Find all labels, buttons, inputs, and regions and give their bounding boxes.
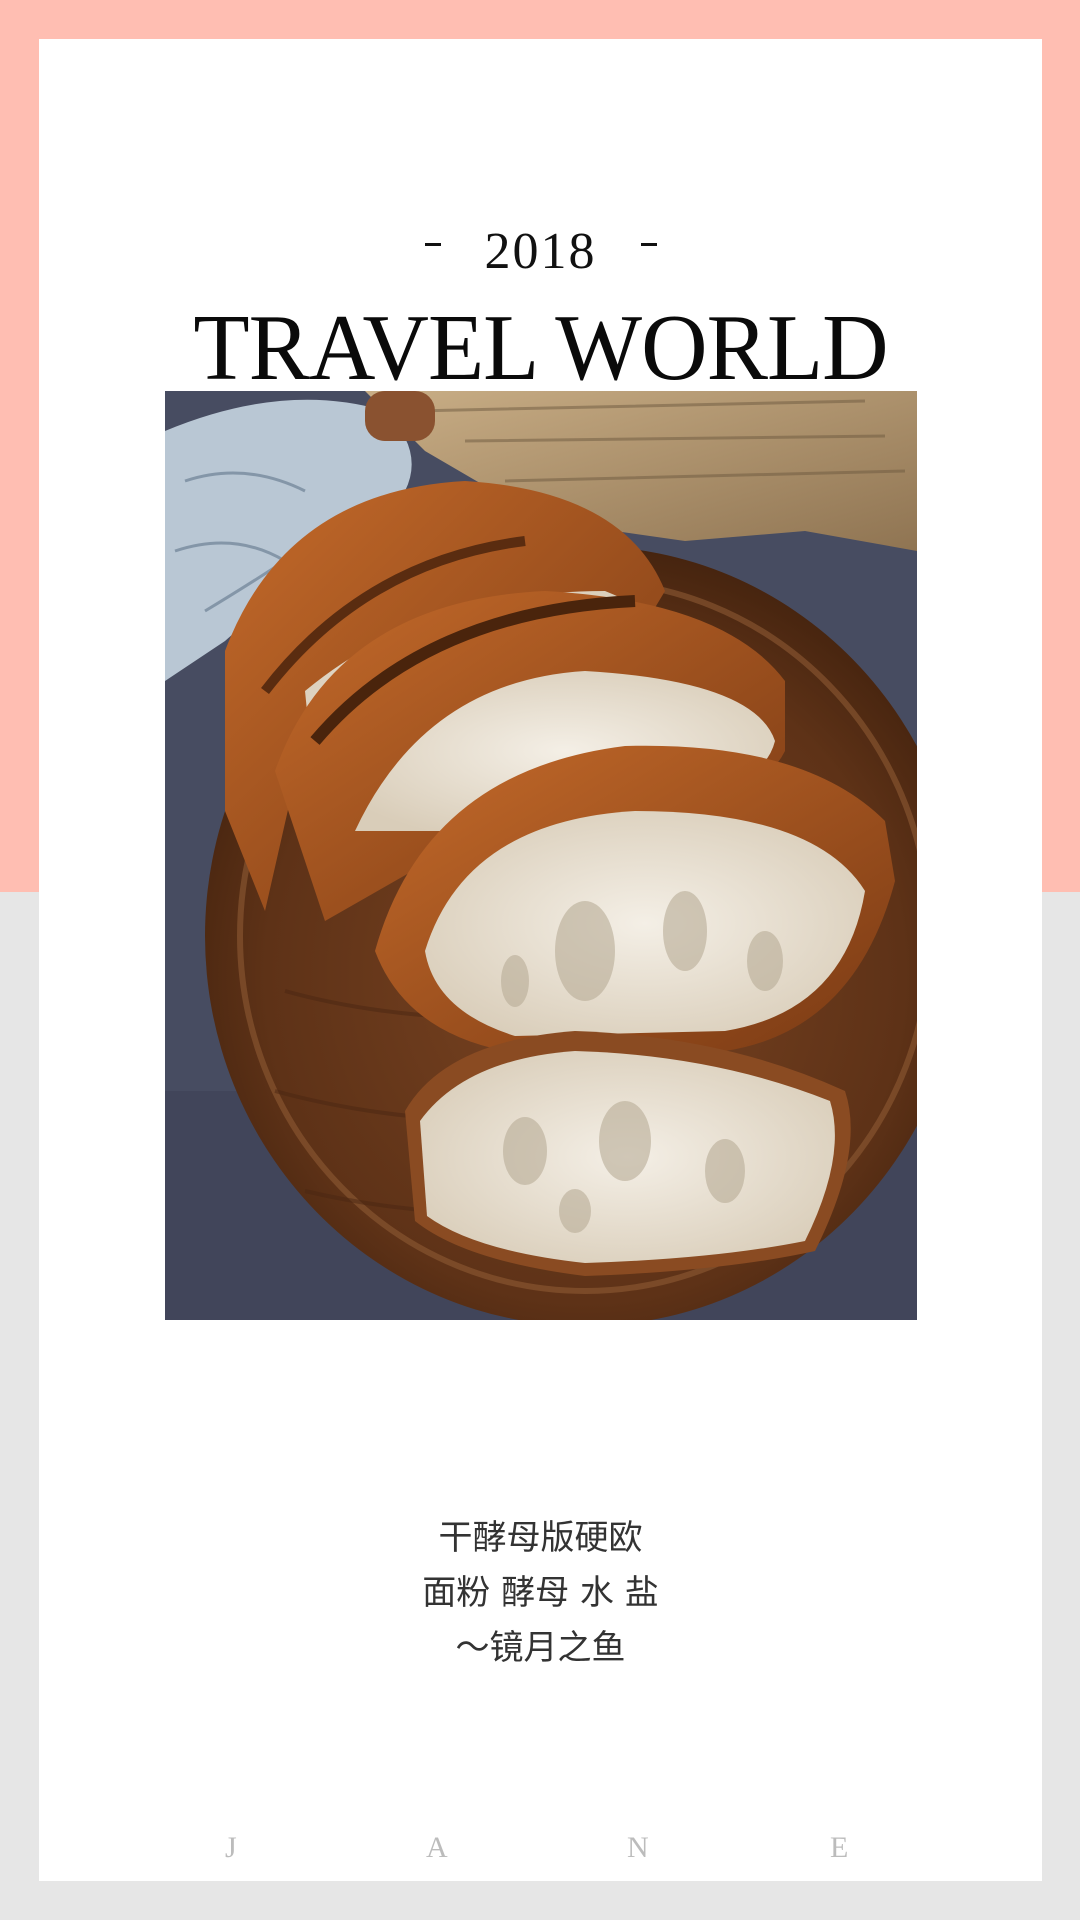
signature: J A N E	[39, 1831, 1042, 1871]
year-row: 2018	[39, 217, 1042, 287]
poster-card: 2018 TRAVEL WORLD 干酵母版硬欧 面粉 酵母 水 盐 ～镜月之鱼…	[39, 39, 1042, 1881]
page-title: TRAVEL WORLD	[193, 294, 888, 400]
signature-letter-e: E	[830, 1831, 849, 1864]
caption-line-2: 面粉 酵母 水 盐	[422, 1573, 659, 1613]
signature-letter-a: A	[426, 1831, 448, 1864]
caption-line-3: ～镜月之鱼	[455, 1628, 626, 1668]
signature-letter-j: J	[225, 1831, 237, 1864]
bread-photo	[165, 391, 917, 1320]
year-label: 2018	[484, 223, 597, 280]
caption: 干酵母版硬欧 面粉 酵母 水 盐 ～镜月之鱼	[39, 1511, 1042, 1676]
year-dash-left	[424, 242, 441, 246]
signature-letter-n: N	[627, 1831, 649, 1864]
year-dash-right	[640, 242, 657, 246]
caption-line-1: 干酵母版硬欧	[438, 1518, 643, 1558]
